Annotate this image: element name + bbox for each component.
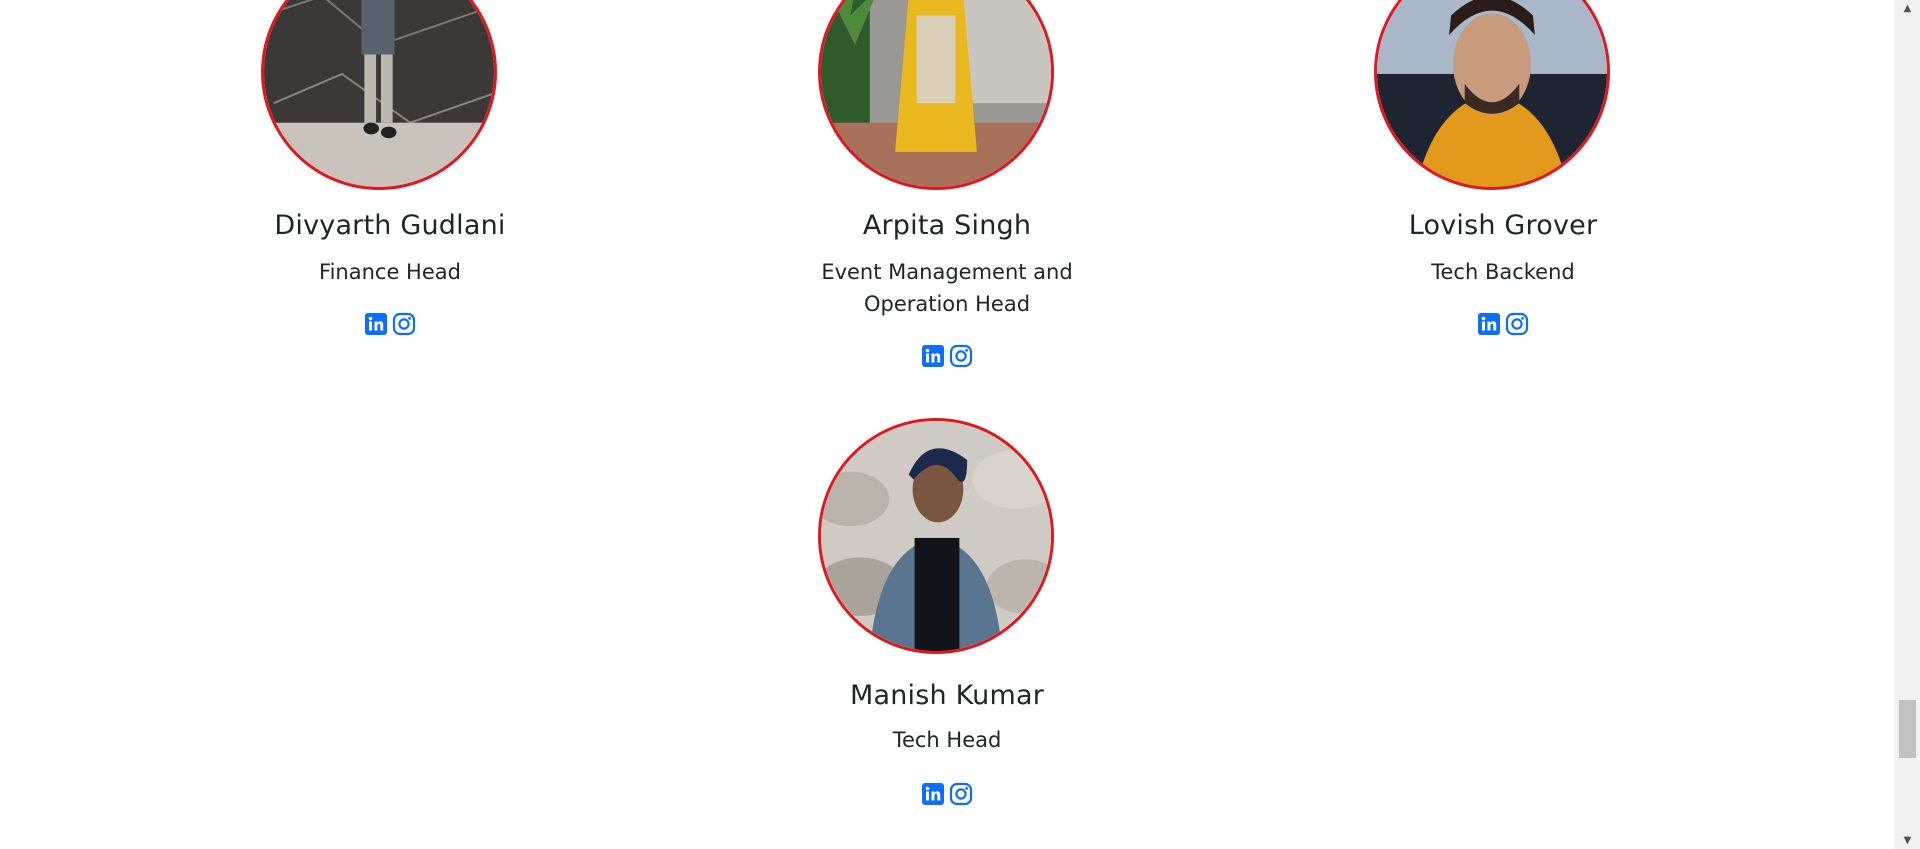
member-photo [261, 0, 497, 190]
linkedin-icon[interactable] [364, 312, 388, 336]
instagram-icon[interactable] [949, 782, 973, 806]
member-photo [1374, 0, 1610, 190]
member-role: Tech Head [892, 728, 1002, 752]
linkedin-icon[interactable] [921, 344, 945, 368]
page: Divyarth Gudlani Finance Head Arpita Sin… [0, 0, 1920, 849]
member-role: Finance Head [319, 260, 461, 284]
instagram-icon[interactable] [1505, 312, 1529, 336]
team-member-card: Manish Kumar Tech Head [747, 418, 1147, 818]
team-member-card: Divyarth Gudlani Finance Head [190, 0, 590, 360]
member-photo [818, 0, 1054, 190]
member-name: Arpita Singh [862, 210, 1032, 241]
member-name: Manish Kumar [849, 680, 1045, 711]
team-section: Divyarth Gudlani Finance Head Arpita Sin… [0, 0, 1895, 849]
social-links [747, 782, 1147, 806]
linkedin-icon[interactable] [1477, 312, 1501, 336]
instagram-icon[interactable] [949, 344, 973, 368]
member-role: Tech Backend [1431, 260, 1575, 284]
member-name: Divyarth Gudlani [274, 210, 506, 241]
instagram-icon[interactable] [392, 312, 416, 336]
vertical-scrollbar[interactable]: ▲ ▼ [1895, 0, 1920, 849]
team-member-card: Arpita Singh Event Management and Operat… [747, 0, 1147, 400]
scroll-down-arrow[interactable]: ▼ [1895, 832, 1920, 849]
member-role: Event Management and Operation Head [821, 260, 1073, 316]
social-links [1303, 312, 1703, 336]
member-photo [818, 418, 1054, 654]
team-member-card: Lovish Grover Tech Backend [1303, 0, 1703, 360]
social-links [190, 312, 590, 336]
linkedin-icon[interactable] [921, 782, 945, 806]
scroll-up-arrow[interactable]: ▲ [1895, 0, 1920, 17]
scrollbar-thumb[interactable] [1899, 700, 1916, 758]
social-links [747, 344, 1147, 368]
member-name: Lovish Grover [1408, 210, 1598, 241]
